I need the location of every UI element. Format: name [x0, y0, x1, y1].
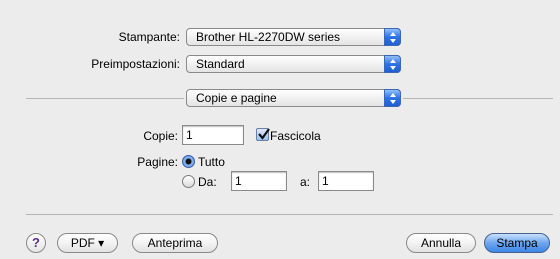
help-button[interactable]: ?	[26, 233, 46, 253]
pages-label: Pagine:	[137, 155, 178, 169]
popup-arrows-icon	[384, 55, 401, 73]
presets-popup[interactable]: Standard	[186, 55, 401, 73]
footer-separator	[26, 214, 553, 215]
printer-label: Stampante:	[118, 30, 180, 44]
separator-left	[26, 98, 184, 99]
popup-arrows-icon	[384, 89, 401, 107]
presets-label: Preimpostazioni:	[91, 57, 180, 71]
print-button[interactable]: Stampa	[484, 233, 550, 253]
print-dialog: Stampante: Brother HL-2270DW series Prei…	[0, 0, 560, 259]
printer-value: Brother HL-2270DW series	[196, 30, 341, 44]
collate-label: Fascicola	[270, 129, 321, 143]
pages-to-field[interactable]: 1	[318, 171, 374, 191]
popup-arrows-icon	[384, 28, 401, 46]
pane-popup[interactable]: Copie e pagine	[186, 89, 401, 107]
pages-range-radio[interactable]	[182, 175, 195, 188]
pdf-button[interactable]: PDF ▾	[57, 233, 118, 253]
pane-value: Copie e pagine	[196, 91, 277, 105]
pages-all-label: Tutto	[198, 155, 225, 169]
preview-button[interactable]: Anteprima	[132, 233, 218, 253]
presets-value: Standard	[196, 57, 245, 71]
copies-label: Copie:	[143, 129, 178, 143]
pages-to-label: a:	[300, 175, 311, 189]
checkmark-icon	[258, 128, 270, 140]
pages-from-label: Da:	[198, 175, 217, 189]
printer-popup[interactable]: Brother HL-2270DW series	[186, 28, 401, 46]
pages-from-field[interactable]: 1	[231, 171, 287, 191]
separator-right	[403, 98, 553, 99]
copies-field[interactable]: 1	[182, 125, 244, 145]
collate-checkbox[interactable]	[256, 128, 270, 141]
pages-all-radio[interactable]	[182, 155, 195, 168]
cancel-button[interactable]: Annulla	[406, 233, 476, 253]
